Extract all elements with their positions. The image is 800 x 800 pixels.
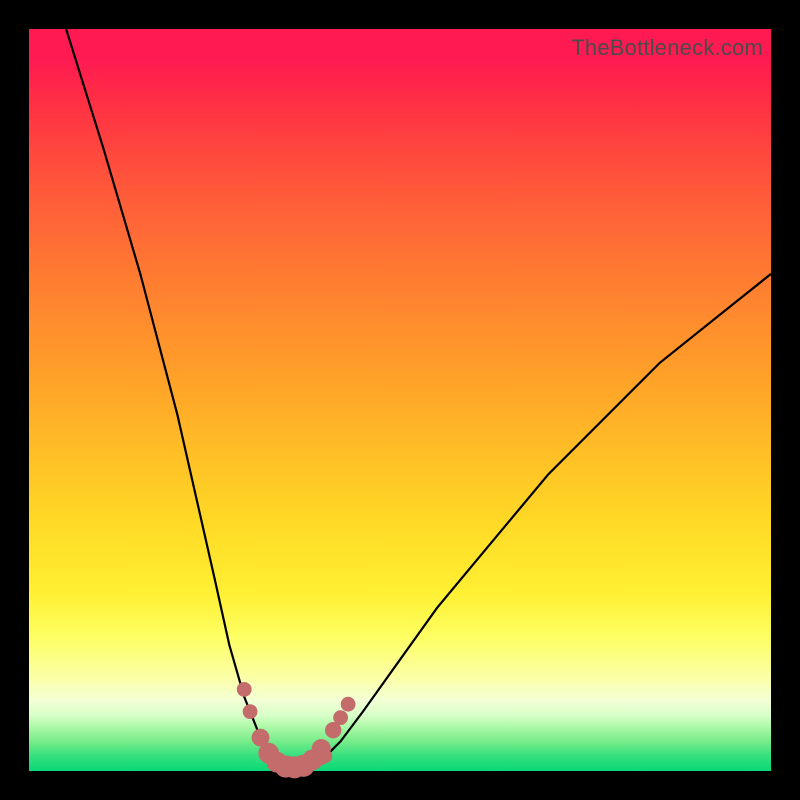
chart-frame: TheBottleneck.com [0, 0, 800, 800]
bead-point [312, 739, 331, 758]
bead-point [243, 704, 258, 719]
bead-point [237, 682, 252, 697]
bead-point [333, 710, 348, 725]
plot-area: TheBottleneck.com [29, 29, 771, 771]
bead-point [341, 697, 356, 712]
bead-group [237, 682, 356, 778]
curve-layer [29, 29, 771, 771]
bottleneck-curve [66, 29, 771, 769]
